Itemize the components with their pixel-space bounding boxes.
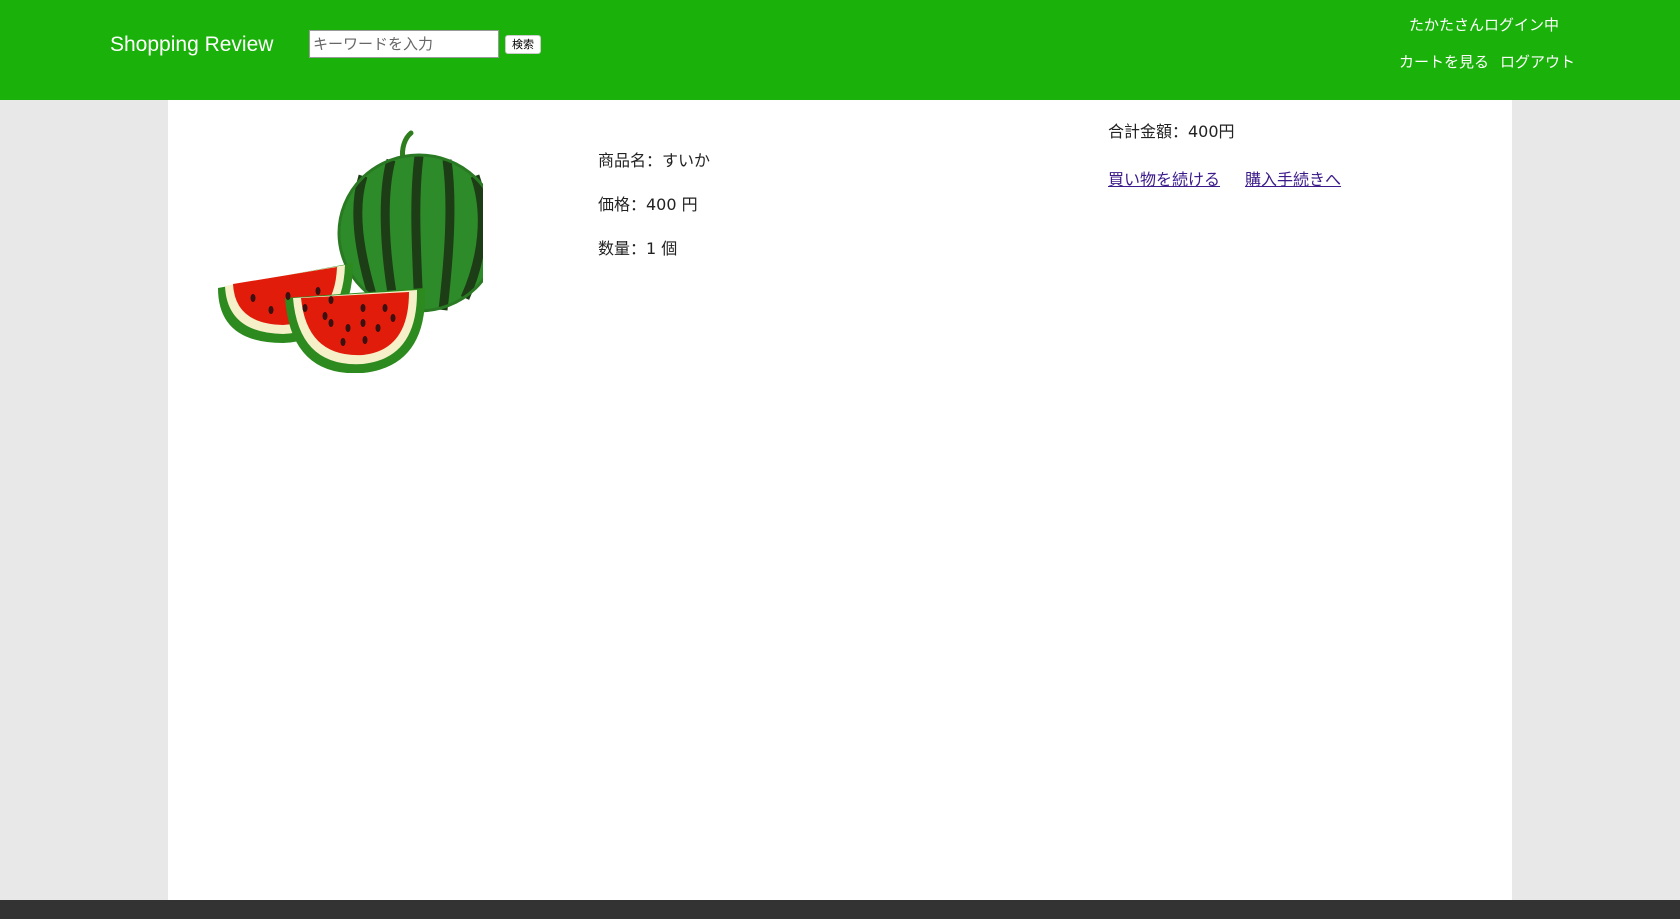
login-status: たかたさんログイン中 (1408, 16, 1559, 34)
total-amount: 合計金額：400円 (1108, 122, 1235, 141)
view-cart-link[interactable]: カートを見る (1399, 53, 1489, 71)
product-name: 商品名：すいか (598, 151, 711, 170)
product-price: 価格：400 円 (598, 195, 698, 214)
cart-content: 商品名：すいか 価格：400 円 数量：1 個 合計金額：400円 買い物を続け… (168, 100, 1512, 900)
logout-link[interactable]: ログアウト (1500, 53, 1575, 71)
header-nav: カートを見る ログアウト (1399, 51, 1575, 73)
site-footer (0, 900, 1680, 919)
continue-shopping-link[interactable]: 買い物を続ける (1108, 169, 1220, 191)
search-button[interactable]: 検索 (505, 35, 541, 54)
site-title-link[interactable]: Shopping Review (110, 31, 273, 59)
watermelon-product-image (218, 130, 483, 373)
site-header: Shopping Review 検索 たかたさんログイン中 カートを見るログアウ… (0, 0, 1680, 100)
search-input[interactable] (309, 30, 499, 58)
product-quantity: 数量：1 個 (598, 239, 678, 258)
checkout-link[interactable]: 購入手続きへ (1245, 169, 1341, 191)
